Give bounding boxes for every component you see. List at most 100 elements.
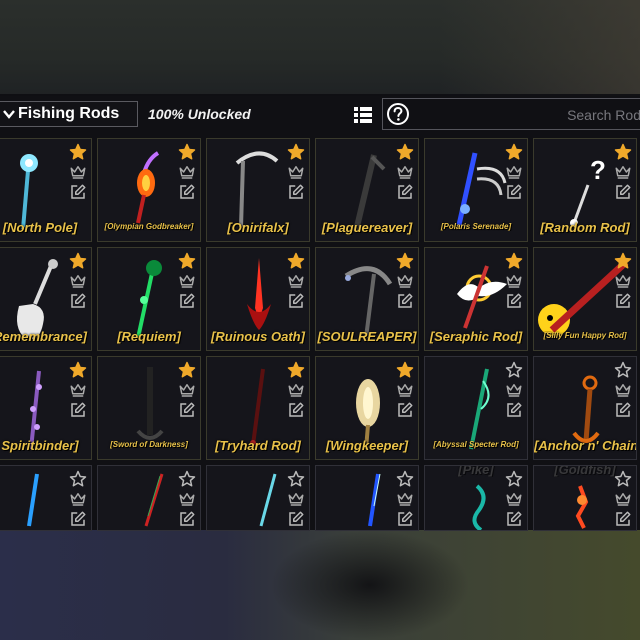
- crown-icon[interactable]: [614, 272, 632, 290]
- favorite-star-icon[interactable]: [614, 143, 632, 161]
- favorite-star-icon[interactable]: [614, 252, 632, 270]
- edit-icon[interactable]: [505, 401, 523, 419]
- favorite-star-icon[interactable]: [287, 252, 305, 270]
- rod-slot[interactable]: [Wingkeeper]: [315, 356, 419, 460]
- favorite-star-icon[interactable]: [396, 252, 414, 270]
- edit-icon[interactable]: [287, 292, 305, 310]
- rod-slot[interactable]: [206, 465, 310, 531]
- rod-slot[interactable]: [Ruinous Oath]: [206, 247, 310, 351]
- rod-slot[interactable]: [Goldfish]: [533, 465, 637, 531]
- crown-icon[interactable]: [614, 490, 632, 508]
- crown-icon[interactable]: [178, 163, 196, 181]
- rod-slot[interactable]: [Requiem]: [97, 247, 201, 351]
- crown-icon[interactable]: [396, 272, 414, 290]
- rod-slot[interactable]: ? [Random Rod]: [533, 138, 637, 242]
- crown-icon[interactable]: [614, 381, 632, 399]
- rod-slot[interactable]: [97, 465, 201, 531]
- rod-slot[interactable]: [Olympian Godbreaker]: [97, 138, 201, 242]
- favorite-star-icon[interactable]: [178, 361, 196, 379]
- crown-icon[interactable]: [614, 163, 632, 181]
- edit-icon[interactable]: [396, 510, 414, 528]
- rod-slot[interactable]: [Onirifalx]: [206, 138, 310, 242]
- crown-icon[interactable]: [287, 272, 305, 290]
- favorite-star-icon[interactable]: [396, 143, 414, 161]
- crown-icon[interactable]: [396, 381, 414, 399]
- rod-slot[interactable]: [Sword of Darkness]: [97, 356, 201, 460]
- edit-icon[interactable]: [614, 183, 632, 201]
- crown-icon[interactable]: [69, 272, 87, 290]
- star-outline-icon[interactable]: [505, 361, 523, 379]
- favorite-star-icon[interactable]: [69, 252, 87, 270]
- edit-icon[interactable]: [505, 510, 523, 528]
- crown-icon[interactable]: [287, 163, 305, 181]
- edit-icon[interactable]: [69, 510, 87, 528]
- edit-icon[interactable]: [287, 183, 305, 201]
- crown-icon[interactable]: [505, 381, 523, 399]
- edit-icon[interactable]: [69, 401, 87, 419]
- crown-icon[interactable]: [69, 490, 87, 508]
- favorite-star-icon[interactable]: [178, 143, 196, 161]
- crown-icon[interactable]: [287, 490, 305, 508]
- crown-icon[interactable]: [505, 163, 523, 181]
- crown-icon[interactable]: [287, 381, 305, 399]
- crown-icon[interactable]: [505, 272, 523, 290]
- edit-icon[interactable]: [178, 401, 196, 419]
- rod-slot-actions: [178, 252, 196, 312]
- crown-icon[interactable]: [396, 490, 414, 508]
- star-outline-icon[interactable]: [178, 470, 196, 488]
- edit-icon[interactable]: [396, 292, 414, 310]
- crown-icon[interactable]: [69, 381, 87, 399]
- rod-slot[interactable]: [315, 465, 419, 531]
- favorite-star-icon[interactable]: [287, 143, 305, 161]
- rod-slot[interactable]: Remembrance]: [0, 247, 92, 351]
- search-input[interactable]: [419, 102, 640, 128]
- crown-icon[interactable]: [69, 163, 87, 181]
- rod-slot[interactable]: [Plaguereaver]: [315, 138, 419, 242]
- edit-icon[interactable]: [505, 183, 523, 201]
- crown-icon[interactable]: [178, 490, 196, 508]
- edit-icon[interactable]: [69, 183, 87, 201]
- favorite-star-icon[interactable]: [287, 361, 305, 379]
- edit-icon[interactable]: [178, 183, 196, 201]
- star-outline-icon[interactable]: [69, 470, 87, 488]
- star-outline-icon[interactable]: [287, 470, 305, 488]
- edit-icon[interactable]: [614, 401, 632, 419]
- rod-slot[interactable]: [Abyssal Specter Rod]: [424, 356, 528, 460]
- edit-icon[interactable]: [178, 510, 196, 528]
- favorite-star-icon[interactable]: [69, 143, 87, 161]
- edit-icon[interactable]: [505, 292, 523, 310]
- rod-slot[interactable]: Spiritbinder]: [0, 356, 92, 460]
- crown-icon[interactable]: [505, 490, 523, 508]
- rod-slot[interactable]: [Polaris Serenade]: [424, 138, 528, 242]
- help-icon[interactable]: [386, 102, 410, 126]
- grid-view-icon[interactable]: [352, 104, 374, 126]
- favorite-star-icon[interactable]: [505, 252, 523, 270]
- favorite-star-icon[interactable]: [69, 361, 87, 379]
- favorite-star-icon[interactable]: [396, 361, 414, 379]
- edit-icon[interactable]: [287, 510, 305, 528]
- crown-icon[interactable]: [178, 381, 196, 399]
- rod-slot[interactable]: [Tryhard Rod]: [206, 356, 310, 460]
- edit-icon[interactable]: [396, 183, 414, 201]
- rod-slot[interactable]: [Anchor n' Chain]: [533, 356, 637, 460]
- rod-slot[interactable]: [Silly Fun Happy Rod]: [533, 247, 637, 351]
- star-outline-icon[interactable]: [396, 470, 414, 488]
- edit-icon[interactable]: [287, 401, 305, 419]
- favorite-star-icon[interactable]: [178, 252, 196, 270]
- rod-slot[interactable]: [North Pole]: [0, 138, 92, 242]
- category-dropdown[interactable]: Fishing Rods: [0, 101, 138, 127]
- crown-icon[interactable]: [178, 272, 196, 290]
- rod-slot[interactable]: [Pike]: [424, 465, 528, 531]
- rod-slot[interactable]: [Seraphic Rod]: [424, 247, 528, 351]
- star-outline-icon[interactable]: [614, 361, 632, 379]
- edit-icon[interactable]: [614, 292, 632, 310]
- rod-slot[interactable]: [0, 465, 92, 531]
- edit-icon[interactable]: [396, 401, 414, 419]
- rod-slot[interactable]: [SOULREAPER]: [315, 247, 419, 351]
- rod-slot-actions: [614, 252, 632, 312]
- crown-icon[interactable]: [396, 163, 414, 181]
- edit-icon[interactable]: [614, 510, 632, 528]
- favorite-star-icon[interactable]: [505, 143, 523, 161]
- edit-icon[interactable]: [69, 292, 87, 310]
- edit-icon[interactable]: [178, 292, 196, 310]
